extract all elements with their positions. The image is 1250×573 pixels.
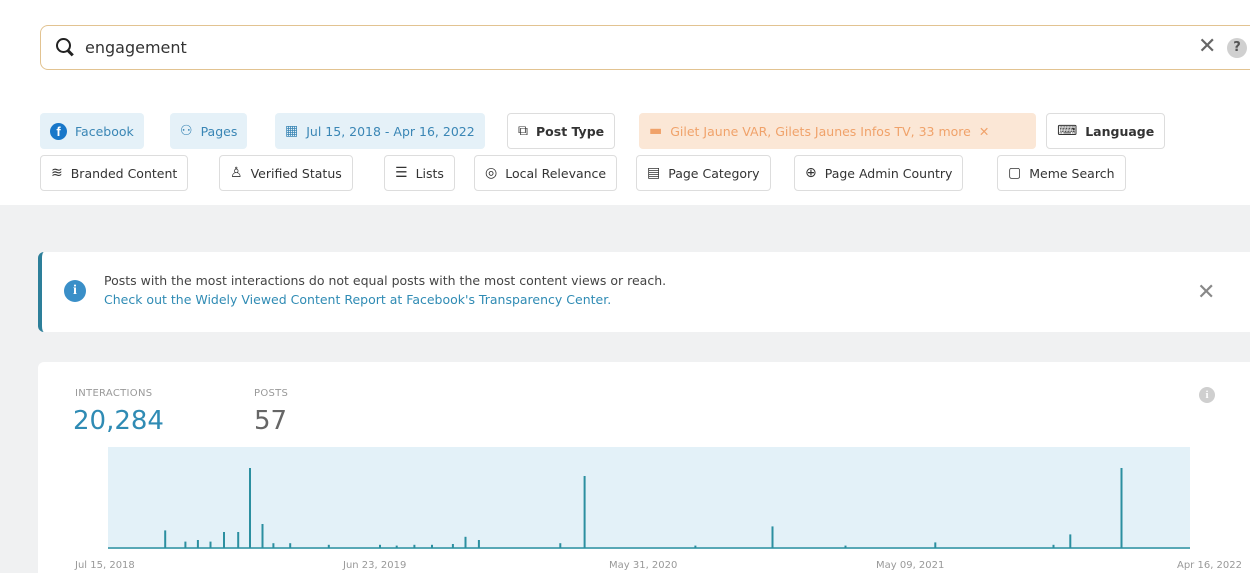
verified-status-icon: ♙	[230, 165, 243, 181]
meme-search-icon: ▢	[1008, 165, 1022, 181]
x-tick-label: May 09, 2021	[876, 560, 944, 571]
filter-label: Page Category	[668, 165, 760, 181]
x-tick-label: Jun 23, 2019	[342, 560, 406, 571]
filter-platform-facebook[interactable]: f Facebook	[40, 113, 144, 149]
clear-search-icon[interactable]: ✕	[1198, 36, 1216, 58]
filter-language[interactable]: ⌨ Language	[1046, 113, 1166, 149]
notice-banner: i Posts with the most interactions do no…	[38, 252, 1250, 332]
pages-icon: ⚇	[180, 123, 193, 139]
filter-label: Facebook	[75, 123, 134, 139]
filter-local-relevance[interactable]: ◎ Local Relevance	[474, 155, 618, 191]
filter-verified-status[interactable]: ♙ Verified Status	[219, 155, 353, 191]
close-notice-icon[interactable]: ✕	[1197, 280, 1215, 305]
help-icon[interactable]: ?	[1227, 38, 1247, 58]
post-type-icon: ⧉	[518, 123, 528, 139]
x-tick-label: Jul 15, 2018	[74, 560, 135, 571]
calendar-icon: ▦	[285, 123, 299, 139]
list-icon: ▬	[649, 123, 663, 139]
chart-plot-area	[108, 447, 1190, 549]
branded-content-icon: ≋	[51, 165, 63, 181]
stats-card: INTERACTIONS 20,284 POSTS 57 i Jul 15, 2…	[38, 362, 1250, 573]
location-icon: ◎	[485, 165, 498, 181]
page-category-icon: ▤	[647, 165, 661, 181]
filter-lists[interactable]: ☰ Lists	[384, 155, 455, 191]
filter-branded-content[interactable]: ≋ Branded Content	[40, 155, 189, 191]
info-icon: i	[64, 280, 86, 302]
filter-date-range[interactable]: ▦ Jul 15, 2018 - Apr 16, 2022	[275, 113, 485, 149]
search-icon	[55, 37, 77, 59]
remove-filter-icon[interactable]: ✕	[979, 124, 989, 139]
filter-label: Verified Status	[250, 165, 342, 181]
x-tick-label: May 31, 2020	[609, 560, 677, 571]
filter-meme-search[interactable]: ▢ Meme Search	[997, 155, 1126, 191]
filter-label: Jul 15, 2018 - Apr 16, 2022	[306, 123, 475, 139]
filter-label: Meme Search	[1029, 165, 1115, 181]
filter-label: Branded Content	[70, 165, 178, 181]
filter-label: Gilet Jaune VAR, Gilets Jaunes Infos TV,…	[670, 123, 971, 139]
filter-page-category[interactable]: ▤ Page Category	[636, 155, 771, 191]
x-tick-label: Apr 16, 2022	[1177, 560, 1242, 571]
language-icon: ⌨	[1057, 123, 1078, 139]
search-bar[interactable]: ✕ ?	[40, 25, 1250, 70]
filter-post-type[interactable]: ⧉ Post Type	[507, 113, 616, 149]
notice-text: Posts with the most interactions do not …	[104, 273, 667, 288]
filter-page-admin-country[interactable]: ⊕ Page Admin Country	[794, 155, 964, 191]
filter-label: Page Admin Country	[824, 165, 953, 181]
filter-pages[interactable]: ⚇ Pages	[170, 113, 248, 149]
filter-lists-selected[interactable]: ▬ Gilet Jaune VAR, Gilets Jaunes Infos T…	[639, 113, 1036, 149]
filter-label: Lists	[415, 165, 444, 181]
interactions-chart: Jul 15, 2018 Jun 23, 2019 May 31, 2020 M…	[74, 447, 1242, 571]
lists-icon: ☰	[395, 165, 408, 181]
filter-label: Post Type	[536, 123, 605, 139]
search-input[interactable]	[85, 38, 985, 57]
filter-label: Local Relevance	[505, 165, 607, 181]
filter-label: Pages	[200, 123, 238, 139]
filter-label: Language	[1085, 123, 1155, 139]
transparency-center-link[interactable]: Check out the Widely Viewed Content Repo…	[104, 292, 611, 307]
globe-icon: ⊕	[805, 165, 817, 181]
facebook-icon: f	[50, 122, 67, 140]
